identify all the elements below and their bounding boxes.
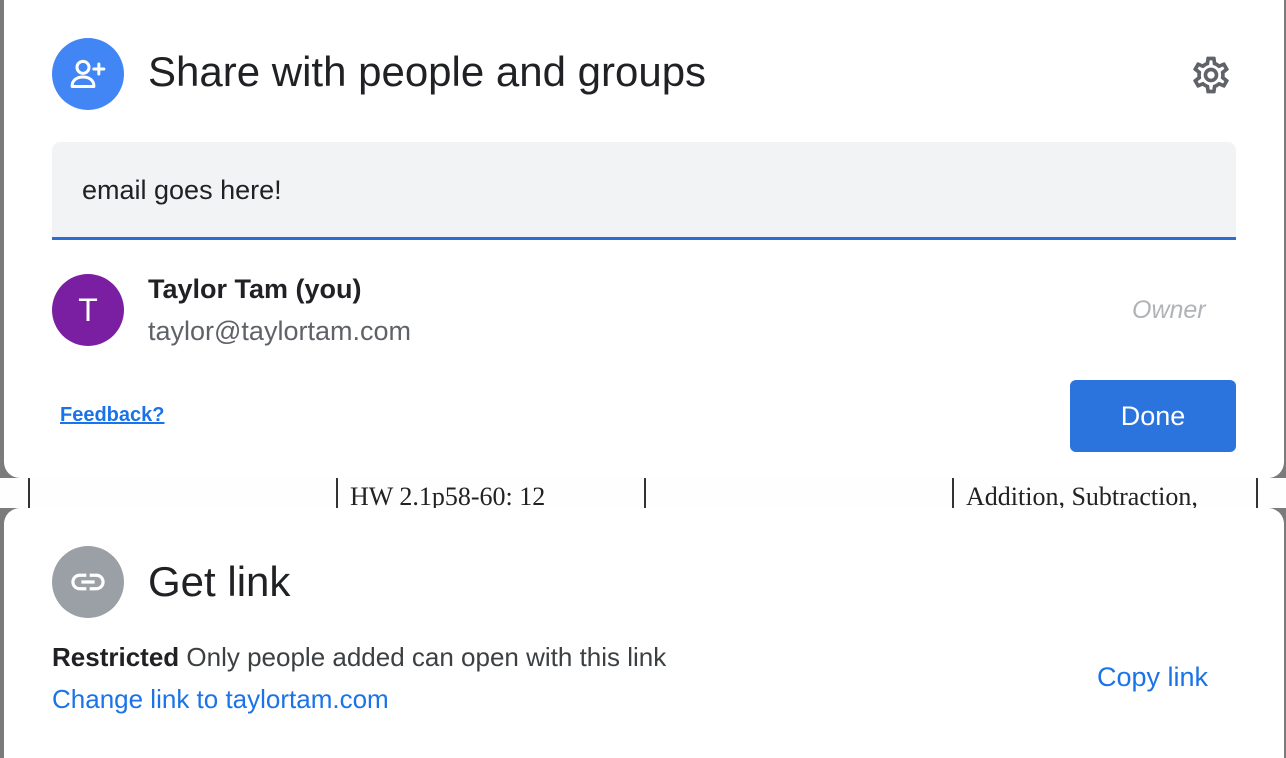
role-label: Owner <box>1132 296 1206 324</box>
table-border <box>28 478 30 508</box>
table-border <box>644 478 646 508</box>
access-description-text: Only people added can open with this lin… <box>186 642 667 672</box>
section-title: Get link <box>148 558 291 605</box>
link-icon <box>52 546 124 618</box>
done-button[interactable]: Done <box>1070 380 1236 452</box>
access-level[interactable]: Restricted <box>52 642 179 672</box>
settings-button[interactable] <box>1188 52 1234 98</box>
change-link-button[interactable]: Change link to taylortam.com <box>52 684 389 715</box>
page-title: Share with people and groups <box>148 48 707 95</box>
avatar: T <box>52 274 124 346</box>
document-cell-text: Addition, Subtraction, <box>966 482 1198 508</box>
person-add-icon <box>52 38 124 110</box>
share-dialog: Share with people and groups T Taylor Ta… <box>4 0 1284 478</box>
copy-link-button[interactable]: Copy link <box>1097 662 1208 693</box>
table-border <box>1256 478 1258 508</box>
person-name: Taylor Tam (you) <box>148 274 362 304</box>
gear-icon <box>1193 56 1229 94</box>
get-link-dialog: Get link Restricted Only people added ca… <box>4 508 1284 758</box>
access-description: Restricted Only people added can open wi… <box>52 642 666 673</box>
background-document: HW 2.1p58-60: 12 Addition, Subtraction, <box>0 478 1286 508</box>
email-field[interactable] <box>82 170 1202 210</box>
table-border <box>952 478 954 508</box>
email-field-container <box>52 142 1236 240</box>
table-border <box>336 478 338 508</box>
feedback-link[interactable]: Feedback? <box>60 404 164 427</box>
document-cell-text: HW 2.1p58-60: 12 <box>350 482 546 508</box>
person-email: taylor@taylortam.com <box>148 316 411 346</box>
